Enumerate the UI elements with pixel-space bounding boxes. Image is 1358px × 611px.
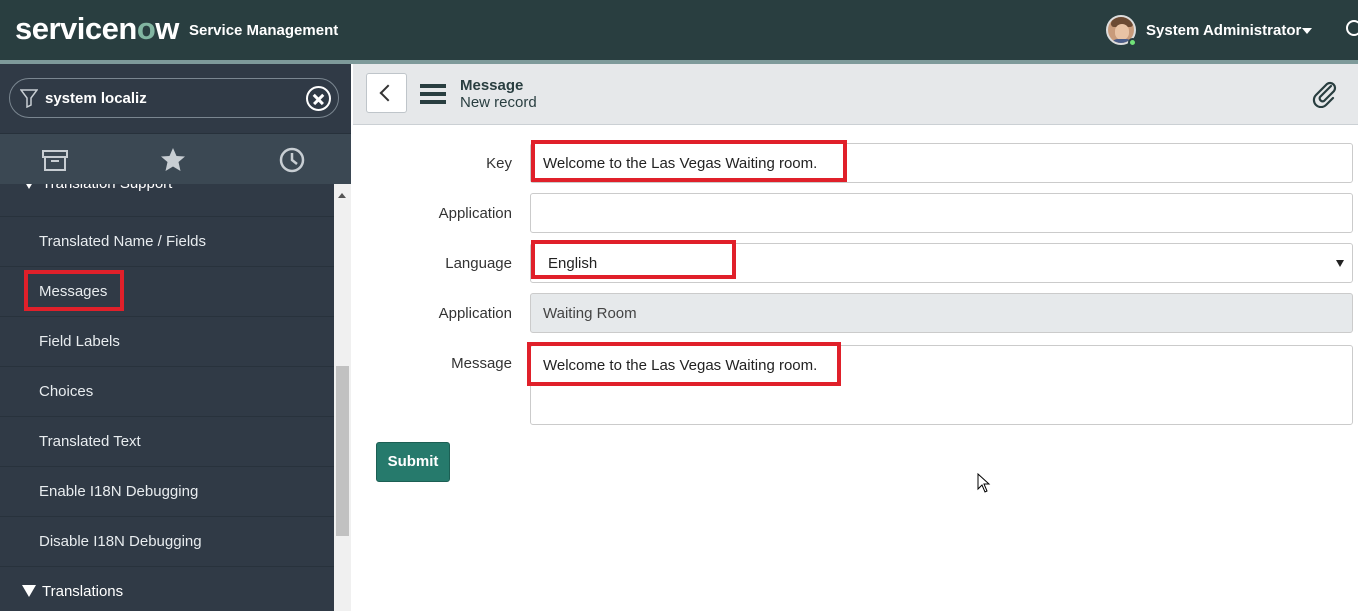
triangle-down-icon <box>22 585 36 597</box>
archive-icon[interactable] <box>41 146 69 174</box>
application-readonly-value: Waiting Room <box>543 305 637 322</box>
nav-item-translated-text[interactable]: Translated Text <box>0 416 334 466</box>
star-icon[interactable] <box>159 146 187 174</box>
navigator-tabs <box>0 134 351 184</box>
history-clock-icon[interactable] <box>278 146 306 174</box>
highlight-box <box>527 342 841 386</box>
triangle-down-icon <box>22 184 36 189</box>
mouse-cursor-icon <box>977 473 991 493</box>
form-header: Message New record <box>353 64 1358 125</box>
language-label: Language <box>445 255 512 272</box>
application-readonly-label: Application <box>438 305 512 322</box>
application-readonly-field: Waiting Room <box>530 293 1353 333</box>
nav-item-label: Translated Name / Fields <box>39 233 207 250</box>
application-label: Application <box>438 205 512 222</box>
highlight-box <box>24 270 124 311</box>
module-section-translation-support[interactable]: Translation Support <box>0 184 334 209</box>
navigator-scrollbar[interactable] <box>334 184 351 611</box>
highlight-box <box>531 140 847 182</box>
nav-item-field-labels[interactable]: Field Labels <box>0 316 334 366</box>
context-menu-icon[interactable] <box>420 84 446 104</box>
nav-item-translated-name-fields[interactable]: Translated Name / Fields <box>0 216 334 266</box>
search-icon[interactable] <box>1346 20 1358 36</box>
app-name: Service Management <box>189 22 339 39</box>
logo-accent: o <box>136 11 156 46</box>
logo-text-end: w <box>155 11 179 46</box>
application-navigator: system localiz Translation Support Trans… <box>0 64 351 611</box>
nav-item-choices[interactable]: Choices <box>0 366 334 416</box>
form-title: Message <box>460 77 524 94</box>
logo-text: servicen <box>15 11 137 46</box>
highlight-box <box>531 240 736 279</box>
filter-icon <box>20 89 38 108</box>
submit-button[interactable]: Submit <box>376 442 450 482</box>
message-label: Message <box>451 355 512 372</box>
nav-item-disable-i18n-debugging[interactable]: Disable I18N Debugging <box>0 516 334 566</box>
section-label: Translations <box>42 583 124 600</box>
top-banner: servicenow Service Management System Adm… <box>0 0 1358 60</box>
nav-item-enable-i18n-debugging[interactable]: Enable I18N Debugging <box>0 466 334 516</box>
nav-item-label: Translated Text <box>39 433 141 450</box>
clear-filter-icon[interactable] <box>306 86 331 111</box>
filter-text: system localiz <box>45 90 147 107</box>
navigator-filter-input[interactable]: system localiz <box>9 78 339 118</box>
form-subtitle: New record <box>460 94 537 111</box>
servicenow-logo[interactable]: servicenow <box>15 11 179 47</box>
application-input[interactable] <box>530 193 1353 233</box>
section-label: Translation Support <box>42 184 172 192</box>
user-menu-name[interactable]: System Administrator <box>1146 22 1301 39</box>
nav-item-label: Enable I18N Debugging <box>39 483 199 500</box>
scroll-thumb[interactable] <box>336 366 349 536</box>
caret-down-icon[interactable] <box>1302 28 1312 34</box>
key-label: Key <box>486 155 512 172</box>
navigator-list: Translation Support Translated Name / Fi… <box>0 184 334 611</box>
paperclip-icon[interactable] <box>1311 80 1339 108</box>
nav-item-label: Disable I18N Debugging <box>39 533 202 550</box>
scroll-up-arrow-icon[interactable] <box>338 193 346 198</box>
module-section-translations[interactable]: Translations <box>0 566 334 611</box>
back-button[interactable] <box>366 73 407 113</box>
nav-item-messages[interactable]: Messages <box>0 266 334 316</box>
presence-indicator <box>1128 38 1137 47</box>
nav-item-label: Field Labels <box>39 333 120 350</box>
nav-item-label: Choices <box>39 383 94 400</box>
caret-down-icon[interactable] <box>1336 260 1344 267</box>
